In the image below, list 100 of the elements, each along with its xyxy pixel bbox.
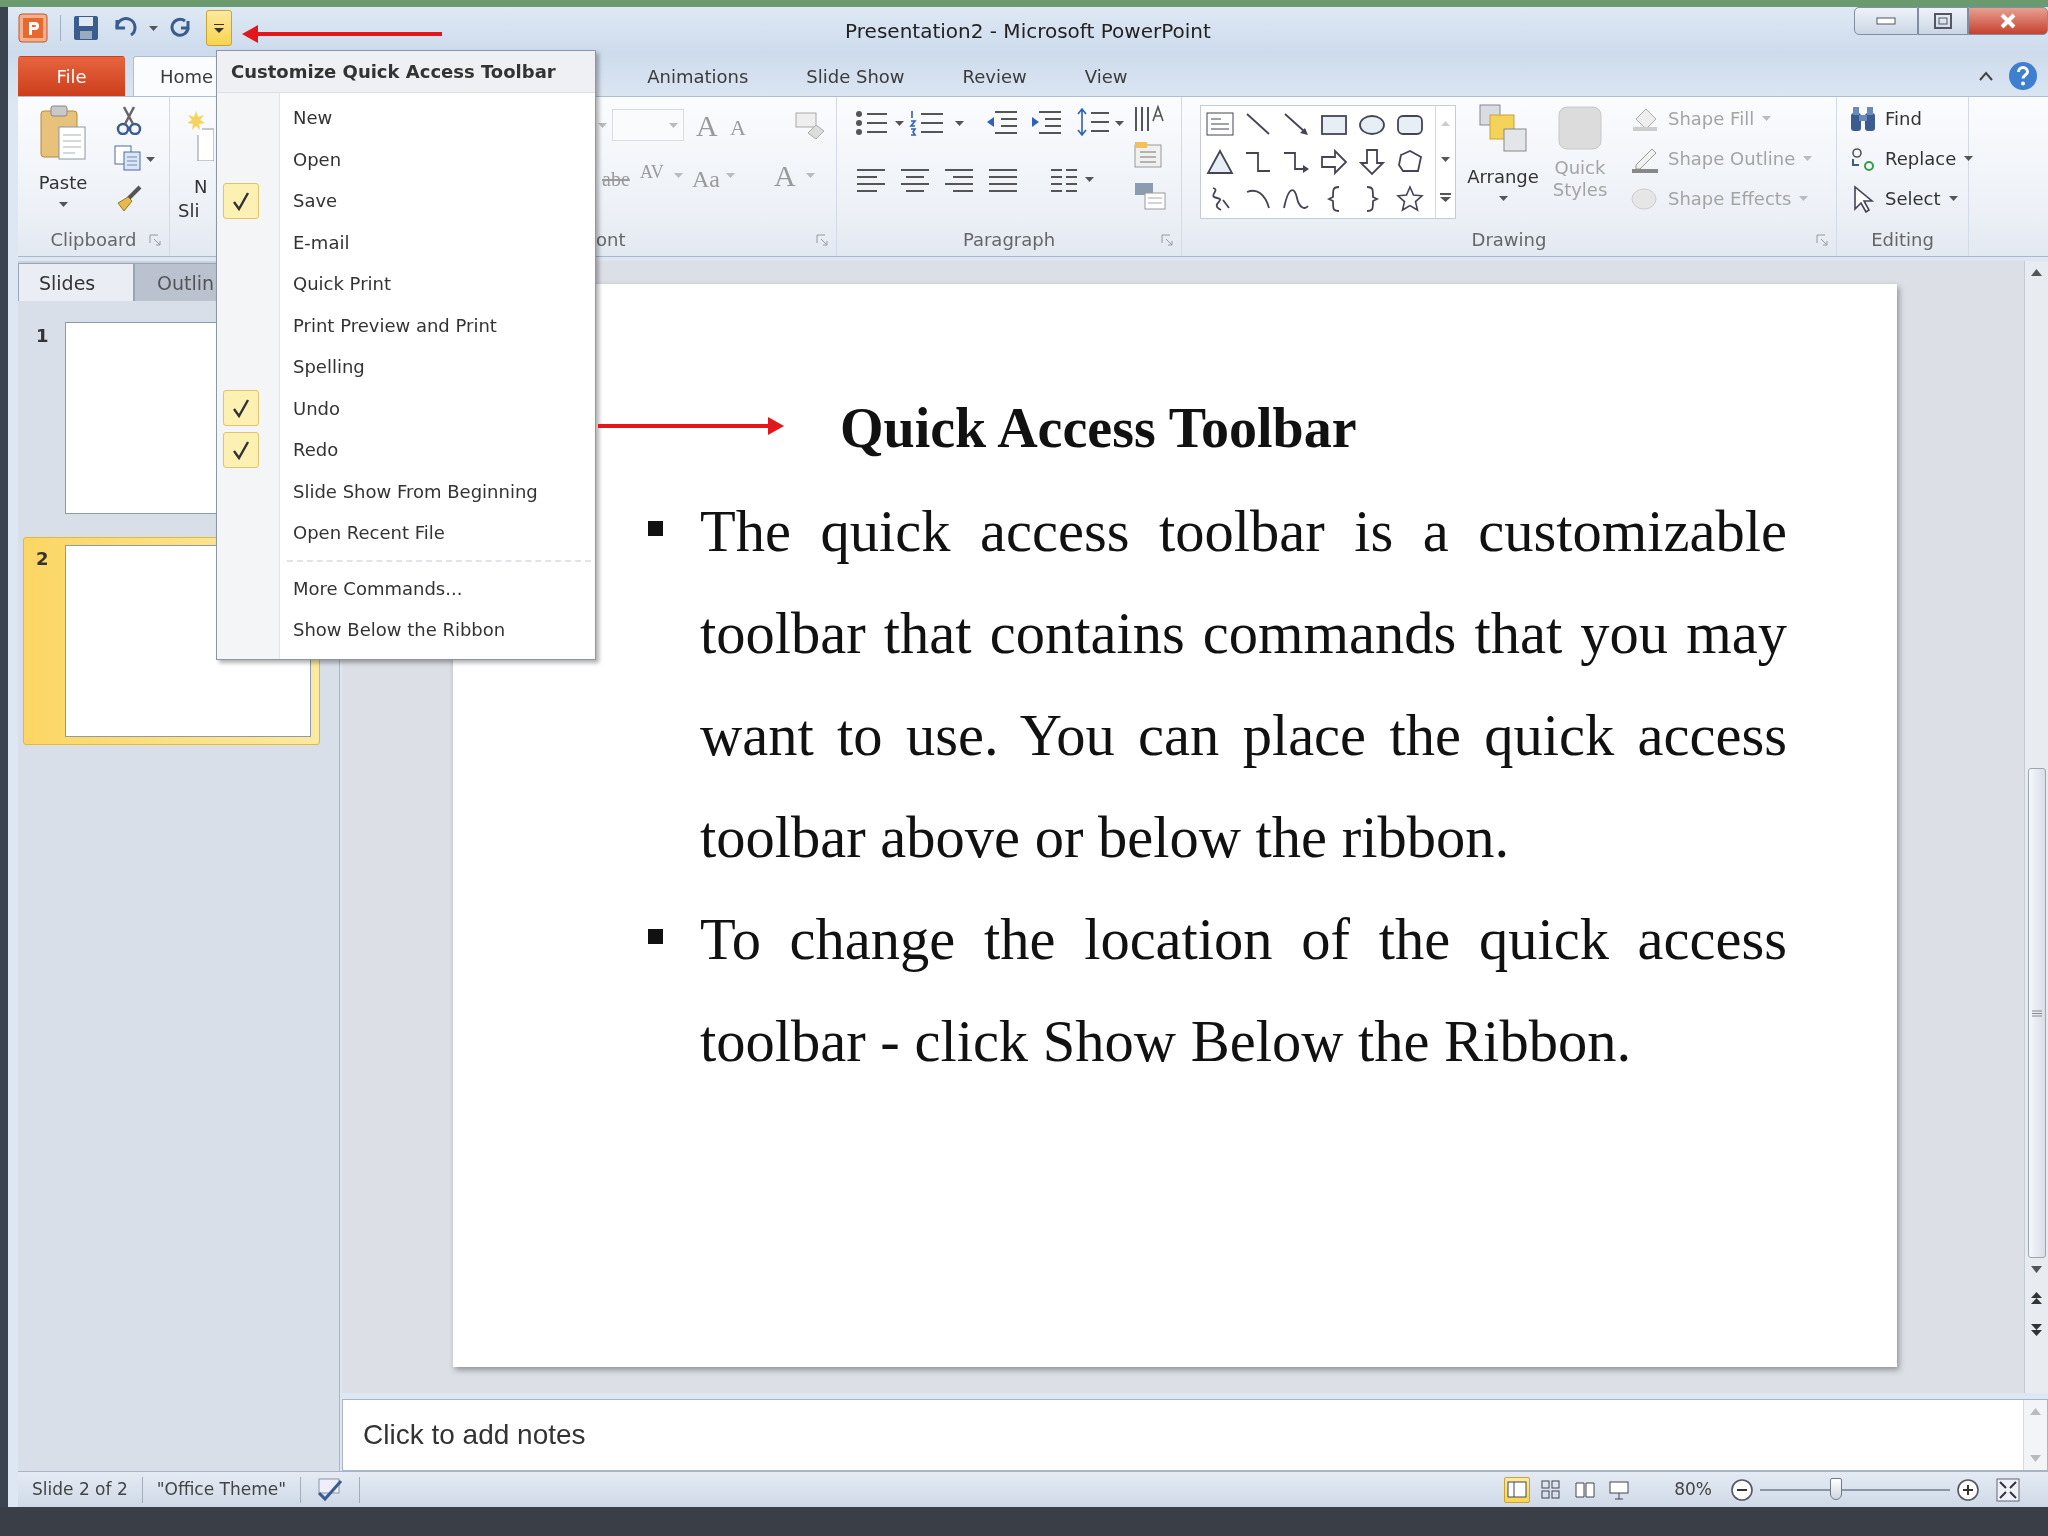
- binoculars-icon[interactable]: [1849, 104, 1877, 133]
- caret-icon[interactable]: [1964, 156, 1974, 162]
- theme-name: "Office Theme": [156, 1477, 287, 1501]
- grip-icon: [2031, 1010, 2042, 1017]
- caret-icon[interactable]: [1498, 195, 1508, 201]
- next-slide-icon[interactable]: [2031, 1323, 2042, 1338]
- zoom-level[interactable]: 80%: [1674, 1476, 1712, 1503]
- caret-icon[interactable]: [146, 156, 155, 162]
- caret-icon[interactable]: [214, 23, 224, 33]
- zoom-out-icon[interactable]: [1730, 1477, 1754, 1502]
- scroll-down-icon[interactable]: [2031, 1266, 2042, 1274]
- previous-slide-icon[interactable]: [2031, 1291, 2042, 1306]
- menu-item[interactable]: Print Preview and Print: [217, 304, 595, 346]
- menu-item[interactable]: Quick Print: [217, 263, 595, 305]
- columns-icon[interactable]: [1049, 166, 1079, 193]
- group-label: Drawing: [1471, 228, 1547, 252]
- slide-counter: Slide 2 of 2: [32, 1477, 128, 1501]
- right-arrow-icon[interactable]: [1319, 146, 1349, 177]
- caret-icon[interactable]: [1948, 196, 1958, 202]
- check-icon: [232, 439, 250, 460]
- view-button[interactable]: [1504, 1476, 1531, 1503]
- more-icon[interactable]: [1440, 193, 1451, 203]
- app-icon[interactable]: [18, 13, 48, 44]
- caret-icon[interactable]: [895, 120, 904, 126]
- bullet-icon: [648, 520, 663, 536]
- check-icon: [232, 398, 250, 419]
- button-label: N: [194, 174, 208, 199]
- minimize-button[interactable]: [1854, 7, 1918, 35]
- align-right-icon[interactable]: [943, 166, 975, 195]
- projector-icon: [1609, 1479, 1630, 1500]
- smartart-icon[interactable]: [1133, 180, 1167, 211]
- scroll-thumb[interactable]: [2027, 768, 2046, 1259]
- increase-indent-icon[interactable]: [1029, 108, 1063, 137]
- caret-icon[interactable]: [955, 120, 964, 126]
- menu-item[interactable]: Redo: [217, 429, 595, 471]
- scroll-up-icon[interactable]: [2031, 269, 2042, 277]
- menu-item[interactable]: Slide Show From Beginning: [217, 470, 595, 512]
- justify-icon[interactable]: [987, 166, 1019, 195]
- panel-tab[interactable]: Outlin: [134, 263, 218, 302]
- slide-number: 2: [36, 547, 50, 572]
- ribbon-tab[interactable]: File: [18, 55, 125, 96]
- align-center-icon[interactable]: [899, 166, 931, 195]
- menu-item[interactable]: E-mail: [217, 221, 595, 263]
- maximize-button[interactable]: [1918, 7, 1968, 35]
- caret-icon[interactable]: [1115, 120, 1124, 126]
- slide-title: Quick Access Toolbar: [840, 396, 1358, 461]
- scissors-icon[interactable]: [116, 104, 142, 135]
- chevron-up-icon[interactable]: [1978, 69, 1994, 82]
- menu-title: Customize Quick Access Toolbar: [217, 51, 595, 93]
- scroll-down-icon[interactable]: [1441, 157, 1450, 163]
- ribbon-tab[interactable]: Animations: [620, 55, 776, 96]
- close-button[interactable]: [1968, 7, 2048, 35]
- caret-icon[interactable]: [58, 201, 68, 207]
- group-label: Paragraph: [962, 228, 1056, 252]
- menu-item[interactable]: Spelling: [217, 346, 595, 388]
- star-icon[interactable]: [1395, 183, 1425, 214]
- book-icon: [1575, 1479, 1596, 1500]
- bulleted-list-icon[interactable]: [855, 108, 889, 137]
- editing-command-button[interactable]: Find: [1849, 104, 1922, 133]
- help-icon[interactable]: [2008, 60, 2038, 91]
- caret-icon[interactable]: [1085, 176, 1094, 182]
- ribbon-tab[interactable]: Slide Show: [779, 55, 932, 96]
- scrollbar[interactable]: [2024, 261, 2048, 1394]
- save-icon[interactable]: [73, 15, 99, 42]
- customize-toolbar-button[interactable]: [206, 10, 232, 47]
- menu-item[interactable]: Undo: [217, 387, 595, 429]
- editing-command-button[interactable]: Select: [1849, 184, 1958, 213]
- restore-icon[interactable]: [1934, 13, 1952, 29]
- align-left-icon[interactable]: [855, 166, 887, 195]
- group-label: Clipboard: [50, 228, 137, 252]
- button-label: Sli: [178, 198, 200, 223]
- ribbon-tab[interactable]: Review: [935, 55, 1054, 96]
- fit-to-window-icon[interactable]: [1996, 1477, 2020, 1502]
- group-label: Editing: [1871, 228, 1934, 252]
- editing-command-button[interactable]: Replace: [1849, 144, 1974, 173]
- caret-icon[interactable]: [149, 25, 158, 31]
- bullet-text: To change the location of the quick access toolbar - click Show Below the Ribbon.: [700, 905, 1787, 1076]
- menu-item[interactable]: Open: [217, 138, 595, 180]
- menu-item[interactable]: Save: [217, 180, 595, 222]
- bullet-text: The quick access toolbar is a customizable toolbar that contains commands that you may want to use. You can place the quick access toolbar above or below the ribbon.: [700, 497, 1787, 872]
- close-icon[interactable]: [2000, 13, 2016, 29]
- numbered-list-icon[interactable]: [909, 108, 945, 137]
- line-spacing-icon[interactable]: [1077, 106, 1111, 137]
- paste-button[interactable]: Paste: [24, 104, 102, 217]
- window-title: Presentation2 - Microsoft PowerPoint: [845, 19, 1211, 43]
- menu-item[interactable]: New: [217, 97, 595, 139]
- decrease-indent-icon[interactable]: [985, 108, 1019, 137]
- clipboard-icon[interactable]: [39, 104, 87, 161]
- zoom-slider-thumb[interactable]: [1830, 1477, 1842, 1500]
- shapes-gallery[interactable]: [1200, 104, 1456, 219]
- normal-view-icon: [1507, 1479, 1528, 1500]
- ribbon-tab[interactable]: View: [1057, 55, 1155, 96]
- down-arrow-icon[interactable]: [1357, 146, 1387, 177]
- check-icon: [232, 190, 250, 211]
- panel-tab[interactable]: Slides: [18, 263, 134, 302]
- group-label: ont: [596, 228, 626, 252]
- grid-icon: [1541, 1479, 1562, 1500]
- minimize-icon[interactable]: [1876, 17, 1896, 25]
- zoom-in-icon[interactable]: [1956, 1477, 1980, 1502]
- arrange-button[interactable]: Arrange: [1462, 102, 1544, 201]
